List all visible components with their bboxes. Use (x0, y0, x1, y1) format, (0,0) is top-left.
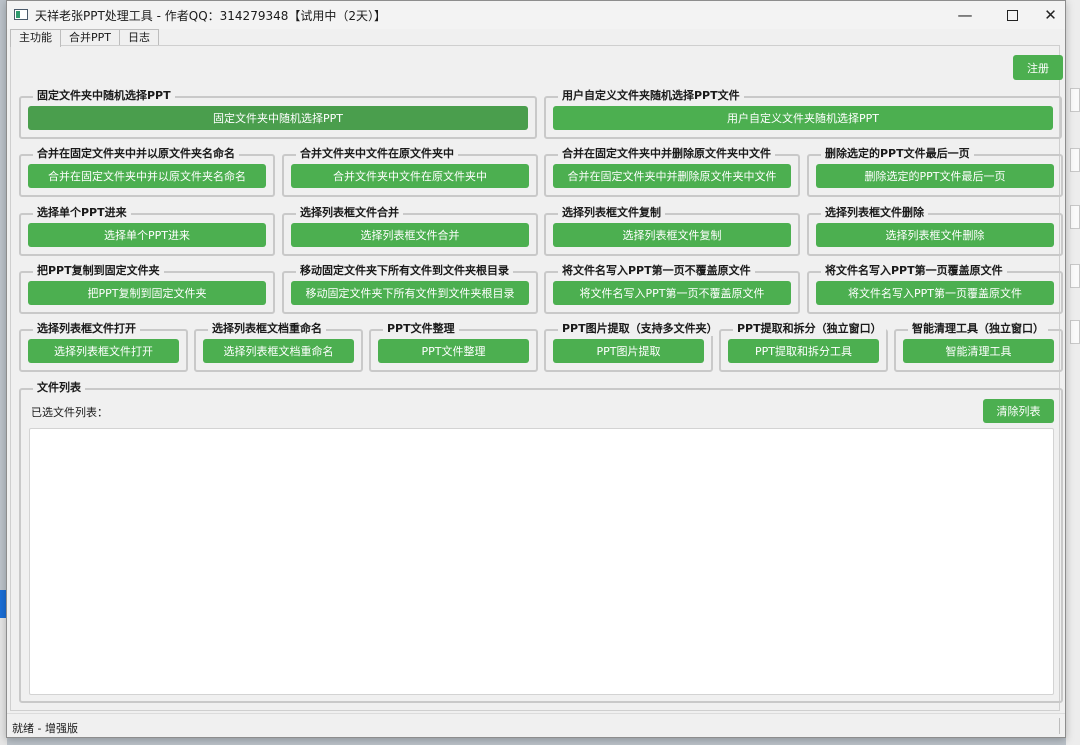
group-title: 合并在固定文件夹中并删除原文件夹中文件 (558, 145, 775, 161)
group-list-merge: 选择列表框文件合并 选择列表框文件合并 (282, 204, 538, 256)
group-extract-split: PPT提取和拆分（独立窗口） PPT提取和拆分工具 (719, 320, 888, 372)
group-title: PPT提取和拆分（独立窗口） (733, 320, 886, 336)
copy-to-fixed-button[interactable]: 把PPT复制到固定文件夹 (28, 281, 266, 305)
group-copy-fixed: 把PPT复制到固定文件夹 把PPT复制到固定文件夹 (19, 262, 275, 314)
selected-files-label: 已选文件列表： (31, 406, 108, 419)
background-fragment (1070, 148, 1080, 172)
extract-images-button[interactable]: PPT图片提取 (553, 339, 704, 363)
group-list-delete: 选择列表框文件删除 选择列表框文件删除 (807, 204, 1063, 256)
group-select-single: 选择单个PPT进来 选择单个PPT进来 (19, 204, 275, 256)
list-copy-button[interactable]: 选择列表框文件复制 (553, 223, 791, 247)
group-random-custom: 用户自定义文件夹随机选择PPT文件 用户自定义文件夹随机选择PPT (544, 87, 1062, 139)
random-custom-button[interactable]: 用户自定义文件夹随机选择PPT (553, 106, 1053, 130)
group-delete-last: 删除选定的PPT文件最后一页 删除选定的PPT文件最后一页 (807, 145, 1063, 197)
tab-log[interactable]: 日志 (119, 29, 159, 46)
background-fragment (1070, 320, 1080, 344)
group-title: 用户自定义文件夹随机选择PPT文件 (558, 87, 744, 103)
group-title: 选择列表框文件复制 (558, 204, 665, 220)
merge-delete-button[interactable]: 合并在固定文件夹中并删除原文件夹中文件 (553, 164, 791, 188)
tab-bar: 主功能 合并PPT 日志 (10, 29, 159, 47)
main-panel: 注册 固定文件夹中随机选择PPT 固定文件夹中随机选择PPT 用户自定义文件夹随… (10, 45, 1063, 711)
background-window-edge (1066, 0, 1080, 745)
group-list-open: 选择列表框文件打开 选择列表框文件打开 (19, 320, 188, 372)
group-list-rename: 选择列表框文档重命名 选择列表框文档重命名 (194, 320, 363, 372)
close-button[interactable]: ✕ (1035, 1, 1066, 29)
app-icon (14, 9, 28, 20)
minimize-button[interactable]: — (942, 1, 988, 29)
group-list-copy: 选择列表框文件复制 选择列表框文件复制 (544, 204, 800, 256)
group-title: 智能清理工具（独立窗口） (908, 320, 1048, 336)
group-title: 把PPT复制到固定文件夹 (33, 262, 164, 278)
group-merge-delete: 合并在固定文件夹中并删除原文件夹中文件 合并在固定文件夹中并删除原文件夹中文件 (544, 145, 800, 197)
group-title: 合并文件夹中文件在原文件夹中 (296, 145, 458, 161)
group-title: 合并在固定文件夹中并以原文件夹名命名 (33, 145, 239, 161)
group-title: 选择列表框文件打开 (33, 320, 140, 336)
window-title: 天祥老张PPT处理工具 - 作者QQ：314279348【试用中（2天）】 (35, 9, 387, 23)
group-write-overwrite: 将文件名写入PPT第一页覆盖原文件 将文件名写入PPT第一页覆盖原文件 (807, 262, 1063, 314)
select-single-button[interactable]: 选择单个PPT进来 (28, 223, 266, 247)
tab-merge-ppt[interactable]: 合并PPT (60, 29, 120, 46)
group-title: 文件列表 (33, 379, 85, 395)
group-move-root: 移动固定文件夹下所有文件到文件夹根目录 移动固定文件夹下所有文件到文件夹根目录 (282, 262, 538, 314)
extract-split-button[interactable]: PPT提取和拆分工具 (728, 339, 879, 363)
random-fixed-button[interactable]: 固定文件夹中随机选择PPT (28, 106, 528, 130)
status-bar: 就绪 - 增强版 (7, 713, 1065, 737)
background-fragment (1070, 205, 1080, 229)
group-file-list: 文件列表 已选文件列表： 清除列表 (19, 379, 1063, 703)
app-window: 天祥老张PPT处理工具 - 作者QQ：314279348【试用中（2天）】 — … (6, 0, 1066, 738)
group-title: 选择单个PPT进来 (33, 204, 131, 220)
write-name-overwrite-button[interactable]: 将文件名写入PPT第一页覆盖原文件 (816, 281, 1054, 305)
group-title: 选择列表框文档重命名 (208, 320, 326, 336)
list-delete-button[interactable]: 选择列表框文件删除 (816, 223, 1054, 247)
maximize-button[interactable] (989, 1, 1035, 29)
group-random-fixed: 固定文件夹中随机选择PPT 固定文件夹中随机选择PPT (19, 87, 537, 139)
delete-last-page-button[interactable]: 删除选定的PPT文件最后一页 (816, 164, 1054, 188)
organize-button[interactable]: PPT文件整理 (378, 339, 529, 363)
register-button[interactable]: 注册 (1013, 55, 1063, 80)
group-title: 选择列表框文件合并 (296, 204, 403, 220)
group-title: PPT图片提取（支持多文件夹） (558, 320, 722, 336)
group-merge-inplace: 合并文件夹中文件在原文件夹中 合并文件夹中文件在原文件夹中 (282, 145, 538, 197)
maximize-icon (1006, 9, 1018, 21)
group-write-keep: 将文件名写入PPT第一页不覆盖原文件 将文件名写入PPT第一页不覆盖原文件 (544, 262, 800, 314)
merge-named-button[interactable]: 合并在固定文件夹中并以原文件夹名命名 (28, 164, 266, 188)
group-extract-images: PPT图片提取（支持多文件夹） PPT图片提取 (544, 320, 722, 372)
status-text: 就绪 - 增强版 (12, 722, 78, 735)
tab-main[interactable]: 主功能 (10, 29, 61, 47)
group-title: 将文件名写入PPT第一页不覆盖原文件 (558, 262, 755, 278)
list-rename-button[interactable]: 选择列表框文档重命名 (203, 339, 354, 363)
file-list-box[interactable] (29, 428, 1054, 695)
write-name-keep-button[interactable]: 将文件名写入PPT第一页不覆盖原文件 (553, 281, 791, 305)
size-grip[interactable] (1059, 718, 1060, 734)
background-fragment (1070, 264, 1080, 288)
smart-clean-button[interactable]: 智能清理工具 (903, 339, 1054, 363)
group-merge-named: 合并在固定文件夹中并以原文件夹名命名 合并在固定文件夹中并以原文件夹名命名 (19, 145, 275, 197)
group-title: 删除选定的PPT文件最后一页 (821, 145, 974, 161)
group-title: 选择列表框文件删除 (821, 204, 928, 220)
list-merge-button[interactable]: 选择列表框文件合并 (291, 223, 529, 247)
group-title: PPT文件整理 (383, 320, 459, 336)
move-to-root-button[interactable]: 移动固定文件夹下所有文件到文件夹根目录 (291, 281, 529, 305)
title-bar: 天祥老张PPT处理工具 - 作者QQ：314279348【试用中（2天）】 — … (7, 1, 1065, 29)
list-open-button[interactable]: 选择列表框文件打开 (28, 339, 179, 363)
group-title: 将文件名写入PPT第一页覆盖原文件 (821, 262, 1007, 278)
background-fragment (1070, 88, 1080, 112)
clear-list-button[interactable]: 清除列表 (983, 399, 1054, 423)
group-smart-clean: 智能清理工具（独立窗口） 智能清理工具 (894, 320, 1063, 372)
group-title: 移动固定文件夹下所有文件到文件夹根目录 (296, 262, 513, 278)
group-organize: PPT文件整理 PPT文件整理 (369, 320, 538, 372)
merge-inplace-button[interactable]: 合并文件夹中文件在原文件夹中 (291, 164, 529, 188)
group-title: 固定文件夹中随机选择PPT (33, 87, 175, 103)
